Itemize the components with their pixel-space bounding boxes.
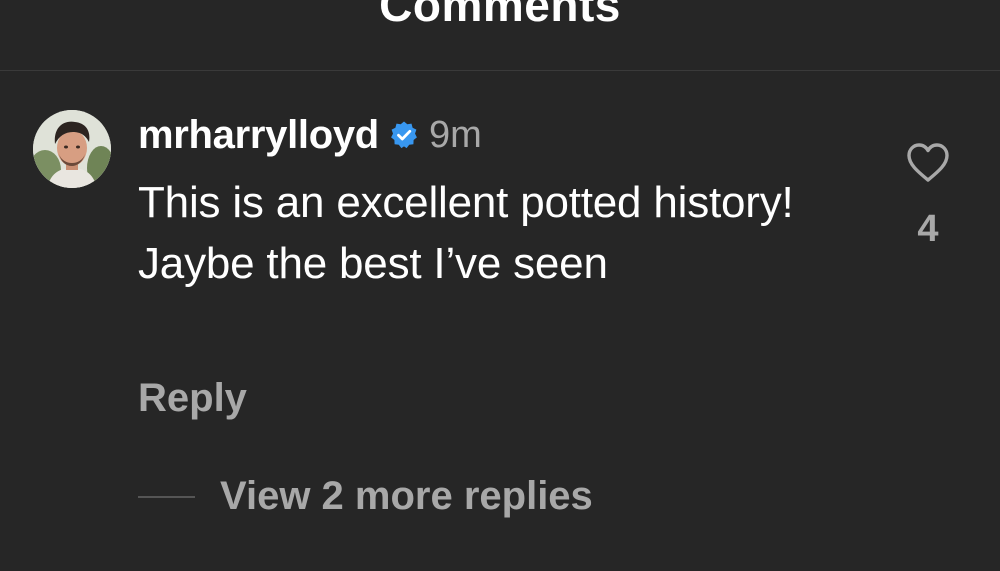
avatar-photo xyxy=(33,110,111,188)
view-replies-label: View 2 more replies xyxy=(220,474,593,518)
page-title: Comments xyxy=(379,0,621,31)
timestamp: 9m xyxy=(428,113,482,156)
comment-meta: mrharrylloyd 9m xyxy=(138,110,482,160)
comment-text: This is an excellent potted history! Jay… xyxy=(138,178,794,288)
replies-divider-line xyxy=(138,495,195,498)
heart-outline-icon[interactable] xyxy=(905,140,951,186)
reply-button[interactable]: Reply xyxy=(138,376,247,421)
verified-badge-icon xyxy=(389,120,419,150)
view-more-replies-button[interactable]: View 2 more replies xyxy=(138,474,593,519)
comments-header: Comments xyxy=(0,0,1000,71)
like-count: 4 xyxy=(917,208,939,250)
avatar[interactable] xyxy=(33,110,111,188)
comments-screen: Comments mrharrylloyd 9m This is an exce… xyxy=(0,0,1000,571)
username[interactable]: mrharrylloyd xyxy=(138,113,379,158)
